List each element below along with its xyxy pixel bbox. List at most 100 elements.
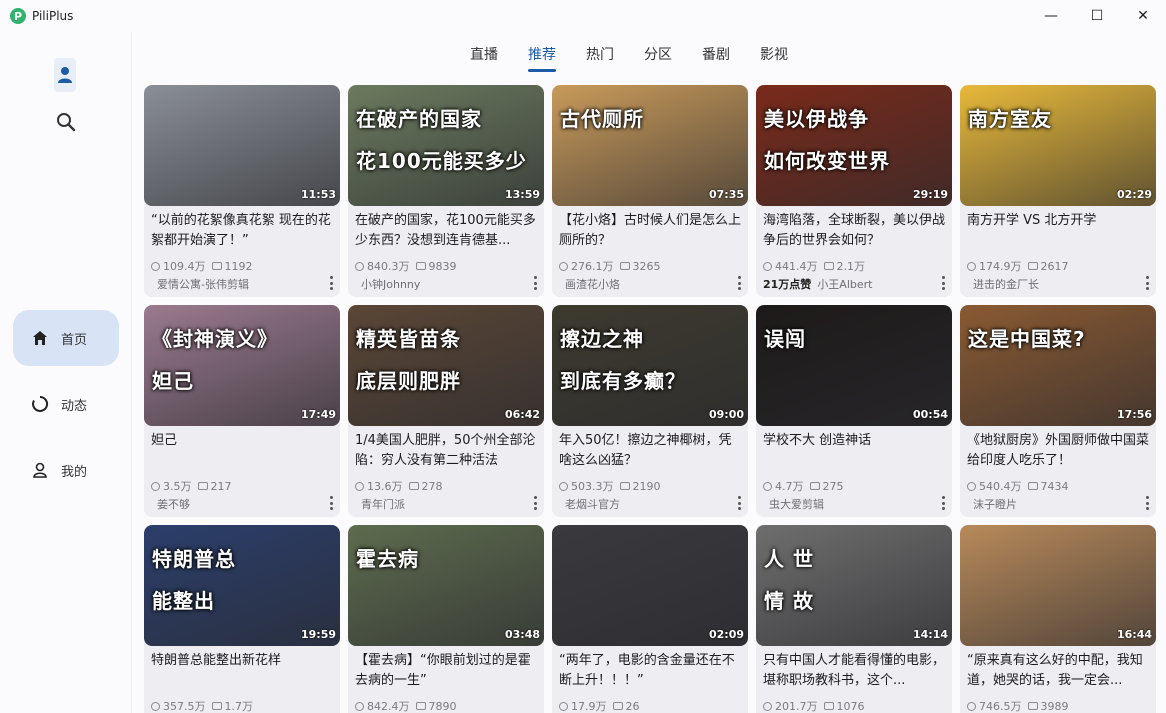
thumbnail-caption: 霍去病 bbox=[356, 547, 419, 571]
video-author[interactable]: 爱情公寓-张伟剪辑 bbox=[151, 276, 249, 292]
video-title[interactable]: “以前的花絮像真花絮 现在的花絮都开始演了！” bbox=[151, 211, 335, 251]
video-card[interactable]: 误闯 00:54 学校不大 创造神话 4.7万 275 虫大爱剪辑 bbox=[756, 305, 952, 517]
video-thumbnail[interactable]: 误闯 00:54 bbox=[756, 305, 952, 426]
video-card[interactable]: 南方室友 02:29 南方开学 VS 北方开学 174.9万 2617 进击的金厂长 bbox=[960, 85, 1156, 297]
author-name[interactable]: 虫大爱剪辑 bbox=[769, 498, 824, 511]
search-button[interactable] bbox=[54, 110, 78, 134]
video-card[interactable]: 在破产的国家 花100元能买多少 13:59 在破产的国家，花100元能买多少东西？没… bbox=[348, 85, 544, 297]
rail-item-0[interactable]: 首页 bbox=[13, 310, 119, 366]
video-title[interactable]: 只有中国人才能看得懂的电影，堪称职场教科书，这个... bbox=[763, 651, 947, 691]
maximize-button[interactable]: ☐ bbox=[1074, 0, 1120, 32]
video-title[interactable]: “两年了，电影的含金量还在不断上升！！！” bbox=[559, 651, 743, 691]
tab-3[interactable]: 分区 bbox=[644, 44, 672, 72]
author-name[interactable]: 老烟斗官方 bbox=[565, 498, 620, 511]
video-author[interactable]: 沫子瞪片 bbox=[967, 496, 1017, 512]
video-card[interactable]: 美以伊战争 如何改变世界 29:19 海湾陷落，全球断裂，美以伊战争后的世界会如何？ 4… bbox=[756, 85, 952, 297]
video-thumbnail[interactable]: 《封神演义》 妲己 17:49 bbox=[144, 305, 340, 426]
danmaku-count: 7434 bbox=[1040, 479, 1069, 493]
video-title[interactable]: 妲己 bbox=[151, 431, 335, 471]
video-thumbnail[interactable]: 11:53 bbox=[144, 85, 340, 206]
video-thumbnail[interactable]: 南方室友 02:29 bbox=[960, 85, 1156, 206]
video-card[interactable]: 02:09 “两年了，电影的含金量还在不断上升！！！” 17.9万 26 bbox=[552, 525, 748, 713]
video-thumbnail[interactable]: 02:09 bbox=[552, 525, 748, 646]
danmaku-count: 278 bbox=[421, 479, 443, 493]
tab-0[interactable]: 直播 bbox=[470, 44, 498, 72]
author-name[interactable]: 爱情公寓-张伟剪辑 bbox=[157, 278, 249, 291]
video-card[interactable]: 《封神演义》 妲己 17:49 妲己 3.5万 217 姜不够 bbox=[144, 305, 340, 517]
more-options-icon[interactable] bbox=[532, 496, 538, 510]
rail-item-1[interactable]: 动态 bbox=[13, 376, 119, 432]
video-card[interactable]: 人 世情 故 14:14 只有中国人才能看得懂的电影，堪称职场教科书，这个... 20… bbox=[756, 525, 952, 713]
author-name[interactable]: 姜不够 bbox=[157, 498, 190, 511]
person-icon bbox=[31, 461, 49, 479]
more-options-icon[interactable] bbox=[736, 276, 742, 290]
video-thumbnail[interactable]: 精英皆苗条 底层则肥胖 06:42 bbox=[348, 305, 544, 426]
video-card[interactable]: 这是中国菜? 17:56 《地狱厨房》外国厨师做中国菜 给印度人吃乐了！ 540.4万… bbox=[960, 305, 1156, 517]
video-thumbnail[interactable]: 擦边之神 到底有多癫？ 09:00 bbox=[552, 305, 748, 426]
video-thumbnail[interactable]: 特朗普总 能整出 19:59 bbox=[144, 525, 340, 646]
video-title[interactable]: 海湾陷落，全球断裂，美以伊战争后的世界会如何？ bbox=[763, 211, 947, 251]
author-name[interactable]: 小钟Johnny bbox=[361, 278, 420, 291]
close-button[interactable]: ✕ bbox=[1120, 0, 1166, 32]
video-card[interactable]: 16:44 “原来真有这么好的中配，我知道，她哭的话，我一定会... 746.5万 3… bbox=[960, 525, 1156, 713]
video-thumbnail[interactable]: 这是中国菜? 17:56 bbox=[960, 305, 1156, 426]
danmaku-icon bbox=[211, 262, 222, 270]
tab-4[interactable]: 番剧 bbox=[702, 44, 730, 72]
video-thumbnail[interactable]: 在破产的国家 花100元能买多少 13:59 bbox=[348, 85, 544, 206]
video-author[interactable]: 画渣花小烙 bbox=[559, 276, 620, 292]
video-card[interactable]: 霍去病 03:48 【霍去病】“你眼前划过的是霍去病的一生” 842.4万 7890 bbox=[348, 525, 544, 713]
minimize-button[interactable]: — bbox=[1028, 0, 1074, 32]
video-card[interactable]: 11:53 “以前的花絮像真花絮 现在的花絮都开始演了！” 109.4万 1192 爱情… bbox=[144, 85, 340, 297]
video-author[interactable]: 青年门派 bbox=[355, 496, 405, 512]
video-author[interactable]: 姜不够 bbox=[151, 496, 190, 512]
video-title[interactable]: 在破产的国家，花100元能买多少东西？没想到连肯德基... bbox=[355, 211, 539, 251]
author-name[interactable]: 青年门派 bbox=[361, 498, 405, 511]
tab-5[interactable]: 影视 bbox=[760, 44, 788, 72]
video-thumbnail[interactable]: 古代厕所 07:35 bbox=[552, 85, 748, 206]
video-title[interactable]: 南方开学 VS 北方开学 bbox=[967, 211, 1151, 251]
video-card[interactable]: 擦边之神 到底有多癫？ 09:00 年入50亿！擦边之神椰树，凭啥这么凶猛？ 503.3… bbox=[552, 305, 748, 517]
video-stats: 276.1万 3265 bbox=[559, 258, 661, 274]
video-thumbnail[interactable]: 人 世情 故 14:14 bbox=[756, 525, 952, 646]
more-options-icon[interactable] bbox=[940, 276, 946, 290]
video-thumbnail[interactable]: 美以伊战争 如何改变世界 29:19 bbox=[756, 85, 952, 206]
danmaku-count: 2190 bbox=[632, 479, 661, 493]
tab-2[interactable]: 热门 bbox=[586, 44, 614, 72]
danmaku-icon bbox=[1027, 482, 1038, 490]
author-name[interactable]: 沫子瞪片 bbox=[973, 498, 1017, 511]
more-options-icon[interactable] bbox=[1144, 496, 1150, 510]
danmaku-icon bbox=[809, 482, 820, 490]
tab-1[interactable]: 推荐 bbox=[528, 44, 556, 72]
more-options-icon[interactable] bbox=[328, 496, 334, 510]
video-author[interactable]: 虫大爱剪辑 bbox=[763, 496, 824, 512]
more-options-icon[interactable] bbox=[940, 496, 946, 510]
video-title[interactable]: 年入50亿！擦边之神椰树，凭啥这么凶猛？ bbox=[559, 431, 743, 471]
more-options-icon[interactable] bbox=[532, 276, 538, 290]
video-card[interactable]: 特朗普总 能整出 19:59 特朗普总能整出新花样 357.5万 1.7万 bbox=[144, 525, 340, 713]
video-title[interactable]: 学校不大 创造神话 bbox=[763, 431, 947, 471]
video-card[interactable]: 古代厕所 07:35 【花小烙】古时候人们是怎么上厕所的？ 276.1万 3265 画渣花… bbox=[552, 85, 748, 297]
video-title[interactable]: 1/4美国人肥胖，50个州全部沦陷：穷人没有第二种活法 bbox=[355, 431, 539, 471]
author-name[interactable]: 画渣花小烙 bbox=[565, 278, 620, 291]
more-options-icon[interactable] bbox=[328, 276, 334, 290]
video-title[interactable]: 特朗普总能整出新花样 bbox=[151, 651, 335, 691]
author-name[interactable]: 进击的金厂长 bbox=[973, 278, 1039, 291]
video-card[interactable]: 精英皆苗条 底层则肥胖 06:42 1/4美国人肥胖，50个州全部沦陷：穷人没有第二种… bbox=[348, 305, 544, 517]
video-title[interactable]: 【霍去病】“你眼前划过的是霍去病的一生” bbox=[355, 651, 539, 691]
video-author[interactable]: 老烟斗官方 bbox=[559, 496, 620, 512]
video-title[interactable]: 《地狱厨房》外国厨师做中国菜 给印度人吃乐了！ bbox=[967, 431, 1151, 471]
video-title[interactable]: “原来真有这么好的中配，我知道，她哭的话，我一定会... bbox=[967, 651, 1151, 691]
video-thumbnail[interactable]: 霍去病 03:48 bbox=[348, 525, 544, 646]
user-avatar-button[interactable] bbox=[54, 58, 76, 92]
rail-item-2[interactable]: 我的 bbox=[13, 442, 119, 498]
author-name[interactable]: 小王Albert bbox=[817, 278, 872, 291]
video-thumbnail[interactable]: 16:44 bbox=[960, 525, 1156, 646]
view-count: 840.3万 bbox=[367, 260, 410, 273]
video-author[interactable]: 小钟Johnny bbox=[355, 276, 420, 292]
video-title[interactable]: 【花小烙】古时候人们是怎么上厕所的？ bbox=[559, 211, 743, 251]
video-author[interactable]: 进击的金厂长 bbox=[967, 276, 1039, 292]
more-options-icon[interactable] bbox=[736, 496, 742, 510]
more-options-icon[interactable] bbox=[1144, 276, 1150, 290]
view-count: 276.1万 bbox=[571, 260, 614, 273]
video-author[interactable]: 21万点赞 小王Albert bbox=[763, 276, 872, 292]
